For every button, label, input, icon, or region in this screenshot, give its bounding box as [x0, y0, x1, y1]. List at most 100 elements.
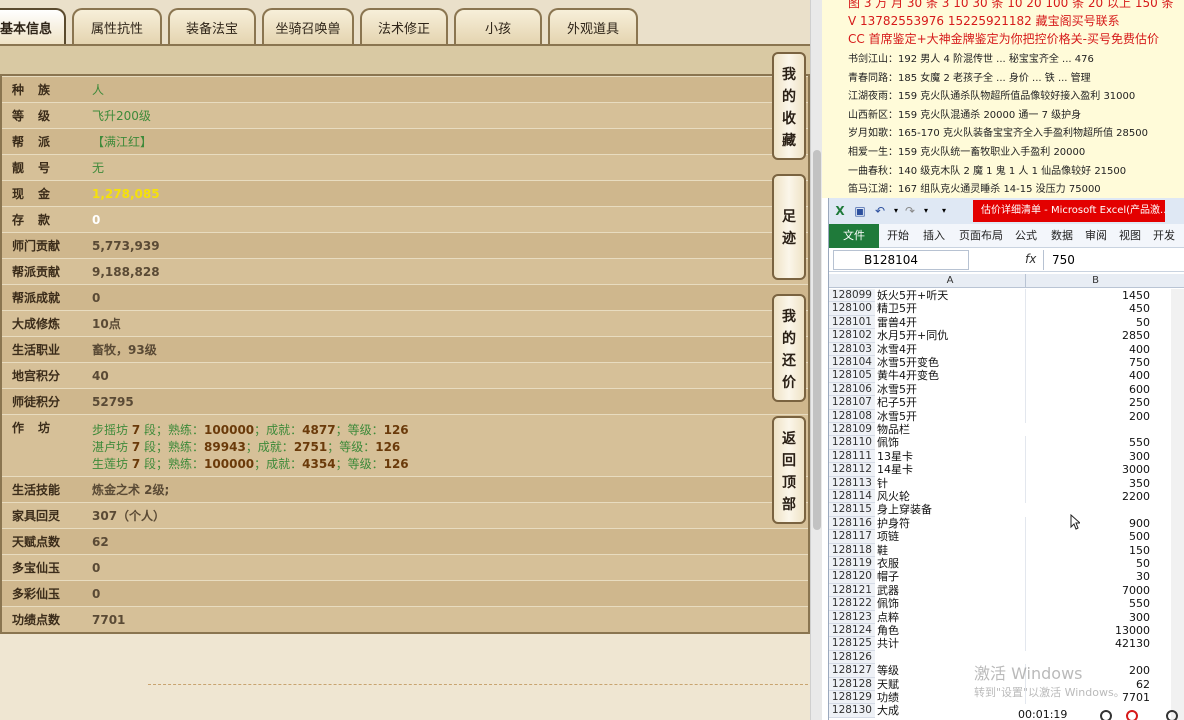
cell-a[interactable]: 14星卡: [877, 463, 1025, 476]
row-number[interactable]: 128103: [829, 342, 875, 356]
row-number[interactable]: 128099: [829, 289, 875, 303]
excel-row[interactable]: 128121 武器 7000: [829, 583, 1184, 598]
cell-b[interactable]: 600: [1025, 382, 1150, 397]
excel-row[interactable]: 128114 风火轮 2200: [829, 490, 1184, 504]
column-header-b[interactable]: B: [1025, 274, 1165, 288]
excel-row[interactable]: 128117 项链 500: [829, 530, 1184, 544]
cell-b[interactable]: 200: [1025, 409, 1150, 423]
cell-b[interactable]: 50: [1025, 315, 1150, 330]
row-number[interactable]: 128106: [829, 382, 875, 397]
excel-row[interactable]: 128123 点粹 300: [829, 610, 1184, 624]
excel-row[interactable]: 128105 黄牛4开变色 400: [829, 369, 1184, 383]
cell-b[interactable]: 7000: [1025, 583, 1150, 598]
cell-a[interactable]: 黄牛4开变色: [877, 369, 1025, 382]
excel-row[interactable]: 128102 水月5开+同仇 2850: [829, 329, 1184, 343]
cell-b[interactable]: 250: [1025, 396, 1150, 410]
row-number[interactable]: 128127: [829, 664, 875, 678]
cell-b[interactable]: 550: [1025, 597, 1150, 611]
tab-view[interactable]: 视图: [1119, 224, 1141, 248]
redo-dropdown-icon[interactable]: ▾: [919, 204, 933, 218]
cell-a[interactable]: 13星卡: [877, 450, 1025, 463]
cell-b[interactable]: 13000: [1025, 624, 1150, 638]
cell-b[interactable]: 30: [1025, 570, 1150, 584]
row-number[interactable]: 128109: [829, 423, 875, 437]
cell-b[interactable]: 450: [1025, 302, 1150, 316]
row-number[interactable]: 128120: [829, 570, 875, 584]
cell-a[interactable]: 水月5开+同仇: [877, 329, 1025, 342]
tab-spells[interactable]: 法术修正: [360, 8, 448, 44]
tab-mounts-pets[interactable]: 坐骑召唤兽: [262, 8, 354, 44]
excel-row[interactable]: 128115 身上穿装备: [829, 503, 1184, 517]
column-header-a[interactable]: A: [875, 274, 1025, 288]
customize-toolbar-icon[interactable]: ▾: [937, 204, 951, 218]
cell-a[interactable]: 物品栏: [877, 423, 1025, 436]
tab-file[interactable]: 文件: [829, 224, 879, 248]
formula-input[interactable]: 750: [1043, 250, 1183, 270]
excel-row[interactable]: 128104 冰雪5开变色 750: [829, 356, 1184, 370]
cell-b[interactable]: 2850: [1025, 329, 1150, 343]
excel-row[interactable]: 128099 妖火5开+听天 1450: [829, 289, 1184, 303]
cell-b[interactable]: 2200: [1025, 490, 1150, 504]
row-number[interactable]: 128125: [829, 637, 875, 651]
cell-b[interactable]: 350: [1025, 476, 1150, 490]
undo-icon[interactable]: ↶: [873, 204, 887, 218]
row-number[interactable]: 128118: [829, 543, 875, 557]
excel-row[interactable]: 128101 雷兽4开 50: [829, 315, 1184, 330]
cell-a[interactable]: 身上穿装备: [877, 503, 1025, 516]
cell-a[interactable]: 佩饰: [877, 597, 1025, 610]
cell-a[interactable]: 针: [877, 477, 1025, 490]
footprint-button[interactable]: 足 迹: [772, 174, 806, 280]
cell-a[interactable]: 冰雪5开变色: [877, 356, 1025, 369]
excel-row[interactable]: 128111 13星卡 300: [829, 449, 1184, 464]
cell-a[interactable]: 杞子5开: [877, 396, 1025, 409]
cell-a[interactable]: 冰雪4开: [877, 343, 1025, 356]
cell-a[interactable]: 共计: [877, 637, 1025, 650]
cell-b[interactable]: 3000: [1025, 463, 1150, 477]
excel-row[interactable]: 128122 佩饰 550: [829, 597, 1184, 611]
cell-a[interactable]: 风火轮: [877, 490, 1025, 503]
tab-basic-info[interactable]: 基本信息: [0, 8, 66, 44]
row-number[interactable]: 128108: [829, 409, 875, 423]
left-scrollbar[interactable]: [810, 0, 822, 720]
row-number[interactable]: 128107: [829, 396, 875, 410]
cell-a[interactable]: 角色: [877, 624, 1025, 637]
row-number[interactable]: 128110: [829, 436, 875, 450]
row-number[interactable]: 128130: [829, 704, 875, 718]
tab-equipment[interactable]: 装备法宝: [168, 8, 256, 44]
cell-b[interactable]: 900: [1025, 516, 1150, 531]
cell-b[interactable]: 500: [1025, 530, 1150, 544]
redo-icon[interactable]: ↷: [903, 204, 917, 218]
undo-dropdown-icon[interactable]: ▾: [889, 204, 903, 218]
cell-a[interactable]: 鞋: [877, 544, 1025, 557]
cell-a[interactable]: 冰雪5开: [877, 383, 1025, 396]
save-icon[interactable]: ▣: [853, 204, 867, 218]
cell-b[interactable]: 150: [1025, 543, 1150, 557]
cell-a[interactable]: 大成: [877, 704, 1025, 717]
cell-b[interactable]: 42130: [1025, 637, 1150, 651]
excel-row[interactable]: 128119 衣服 50: [829, 557, 1184, 571]
row-number[interactable]: 128128: [829, 677, 875, 691]
excel-row[interactable]: 128103 冰雪4开 400: [829, 342, 1184, 356]
cell-a[interactable]: 护身符: [877, 517, 1025, 530]
excel-row[interactable]: 128124 角色 13000: [829, 624, 1184, 638]
cell-a[interactable]: 点粹: [877, 611, 1025, 624]
excel-row[interactable]: 128112 14星卡 3000: [829, 463, 1184, 477]
tab-insert[interactable]: 插入: [923, 224, 945, 248]
cell-a[interactable]: 帽子: [877, 570, 1025, 583]
excel-row[interactable]: 128116 护身符 900: [829, 516, 1184, 531]
scrollbar-thumb[interactable]: [813, 150, 821, 530]
settings-icon[interactable]: [1166, 710, 1178, 720]
row-number[interactable]: 128126: [829, 650, 875, 665]
excel-row[interactable]: 128110 佩饰 550: [829, 436, 1184, 450]
name-box[interactable]: B128104: [833, 250, 969, 270]
cell-a[interactable]: 妖火5开+听天: [877, 289, 1025, 302]
row-number[interactable]: 128100: [829, 302, 875, 316]
row-number[interactable]: 128121: [829, 583, 875, 598]
cell-b[interactable]: 50: [1025, 557, 1150, 571]
cell-a[interactable]: 衣服: [877, 557, 1025, 570]
cell-b[interactable]: 550: [1025, 436, 1150, 450]
excel-row[interactable]: 128118 鞋 150: [829, 543, 1184, 557]
excel-row[interactable]: 128106 冰雪5开 600: [829, 382, 1184, 397]
row-number[interactable]: 128112: [829, 463, 875, 477]
tab-review[interactable]: 审阅: [1085, 224, 1107, 248]
